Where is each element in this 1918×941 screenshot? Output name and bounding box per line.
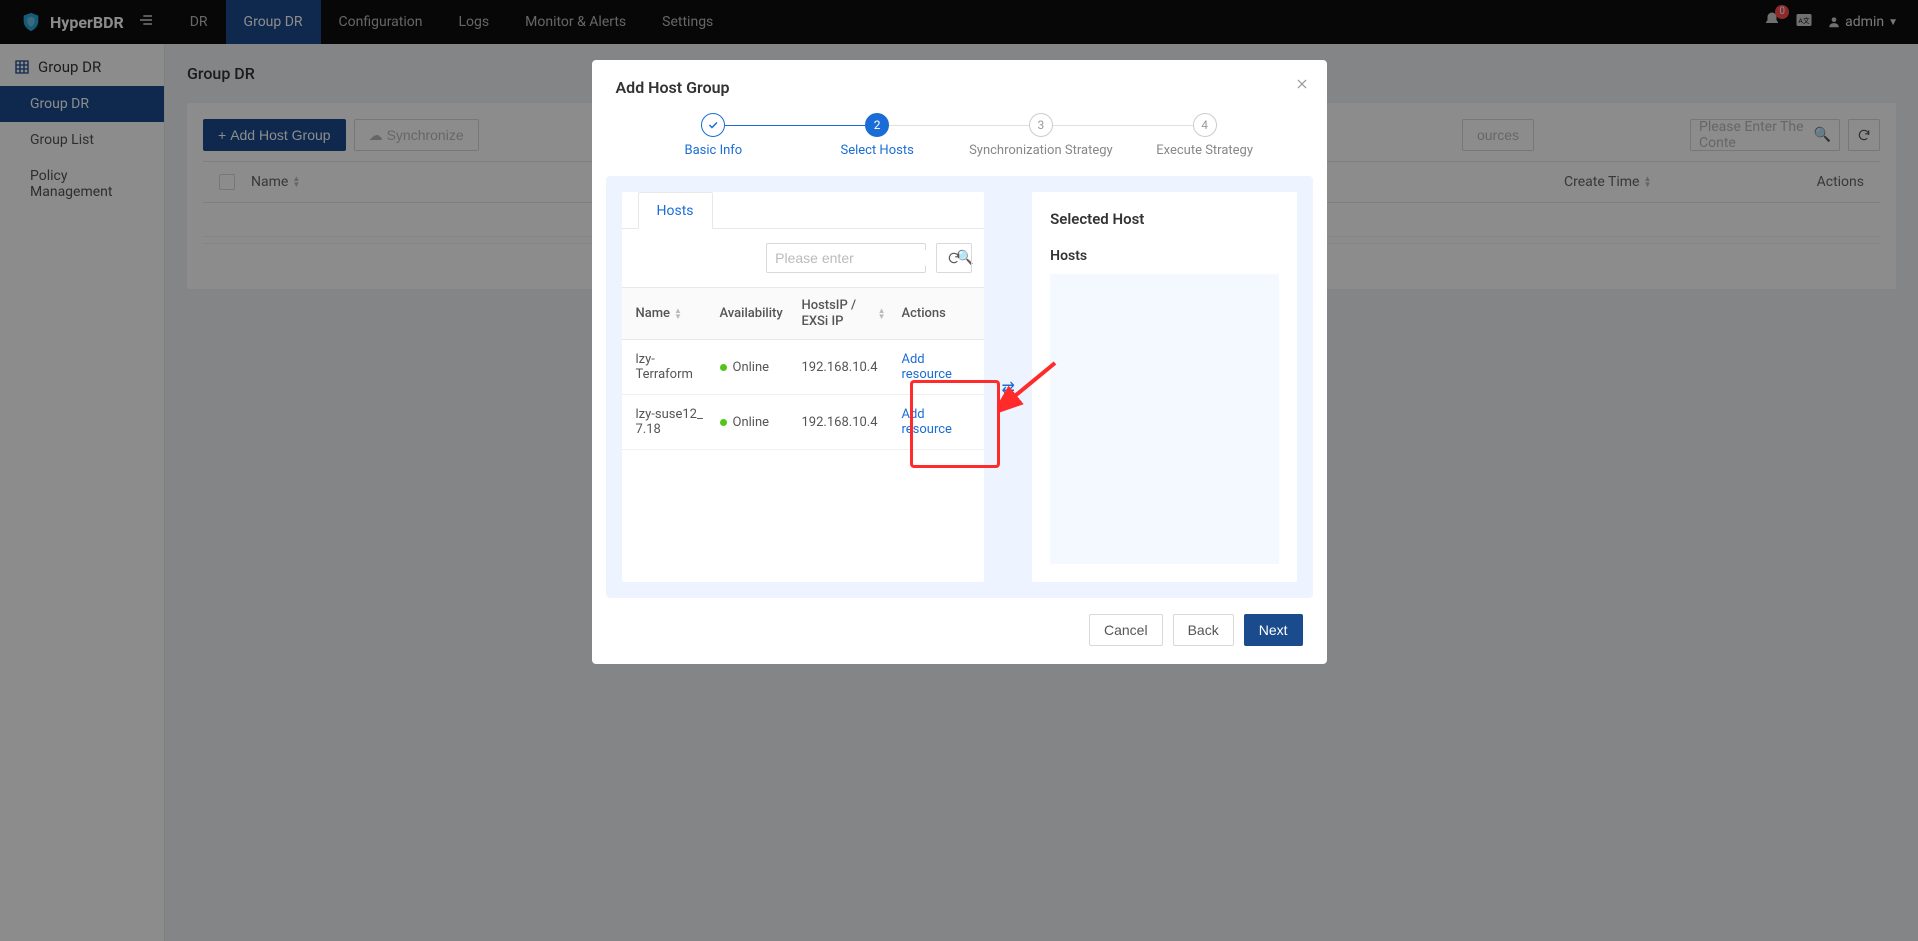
th-ip[interactable]: HostsIP / EXSi IP	[802, 298, 874, 329]
th-actions: Actions	[894, 288, 985, 340]
hosts-table: Name▲▼ Availability HostsIP / EXSi IP▲▼ …	[622, 287, 985, 450]
cell-status: Online	[712, 395, 794, 450]
sort-icon[interactable]: ▲▼	[674, 308, 682, 320]
step-execute-strategy: 4 Execute Strategy	[1123, 113, 1287, 158]
cell-ip: 192.168.10.4	[794, 340, 894, 395]
refresh-icon	[947, 251, 961, 265]
cancel-button[interactable]: Cancel	[1089, 614, 1163, 646]
table-row: lzy-suse12_7.18 Online 192.168.10.4 Add …	[622, 395, 985, 450]
sort-icon[interactable]: ▲▼	[878, 308, 886, 320]
cell-name: lzy-Terraform	[622, 340, 712, 395]
th-name[interactable]: Name	[636, 306, 671, 321]
modal-overlay: Add Host Group Basic Info 2 Select Hosts…	[0, 0, 1918, 941]
swap-icon: ⇄	[1001, 378, 1014, 397]
step-select-hosts: 2 Select Hosts	[795, 113, 959, 158]
close-icon	[1295, 77, 1309, 91]
back-button[interactable]: Back	[1173, 614, 1234, 646]
step-basic-info: Basic Info	[632, 113, 796, 158]
swap-arrows: ⇄	[998, 192, 1018, 582]
modal: Add Host Group Basic Info 2 Select Hosts…	[592, 60, 1327, 664]
hosts-toolbar: 🔍	[622, 229, 985, 287]
th-avail: Availability	[712, 288, 794, 340]
cell-ip: 192.168.10.4	[794, 395, 894, 450]
tab-hosts[interactable]: Hosts	[638, 192, 713, 229]
next-button[interactable]: Next	[1244, 614, 1303, 646]
modal-title: Add Host Group	[592, 60, 1327, 109]
selected-title: Selected Host	[1050, 210, 1278, 228]
cell-status: Online	[712, 340, 794, 395]
selected-sub: Hosts	[1050, 248, 1278, 264]
step-check-icon	[701, 113, 725, 137]
status-dot-icon	[720, 364, 727, 371]
steps: Basic Info 2 Select Hosts 3 Synchronizat…	[592, 109, 1327, 168]
table-row: lzy-Terraform Online 192.168.10.4 Add re…	[622, 340, 985, 395]
tab-head: Hosts	[622, 192, 985, 229]
hosts-panel: Hosts 🔍 Name▲▼ Availability	[622, 192, 985, 582]
status-dot-icon	[720, 419, 727, 426]
modal-close-button[interactable]	[1295, 76, 1309, 95]
selected-panel: Selected Host Hosts	[1032, 192, 1296, 582]
modal-body: Hosts 🔍 Name▲▼ Availability	[606, 176, 1313, 598]
hosts-search[interactable]: 🔍	[766, 243, 926, 273]
add-resource-link[interactable]: Add resource	[902, 352, 952, 382]
hosts-search-input[interactable]	[775, 250, 956, 266]
hosts-refresh-button[interactable]	[936, 243, 972, 273]
step-sync-strategy: 3 Synchronization Strategy	[959, 113, 1123, 158]
cell-name: lzy-suse12_7.18	[622, 395, 712, 450]
add-resource-link[interactable]: Add resource	[902, 407, 952, 437]
modal-footer: Cancel Back Next	[592, 598, 1327, 650]
selected-list	[1050, 274, 1278, 564]
